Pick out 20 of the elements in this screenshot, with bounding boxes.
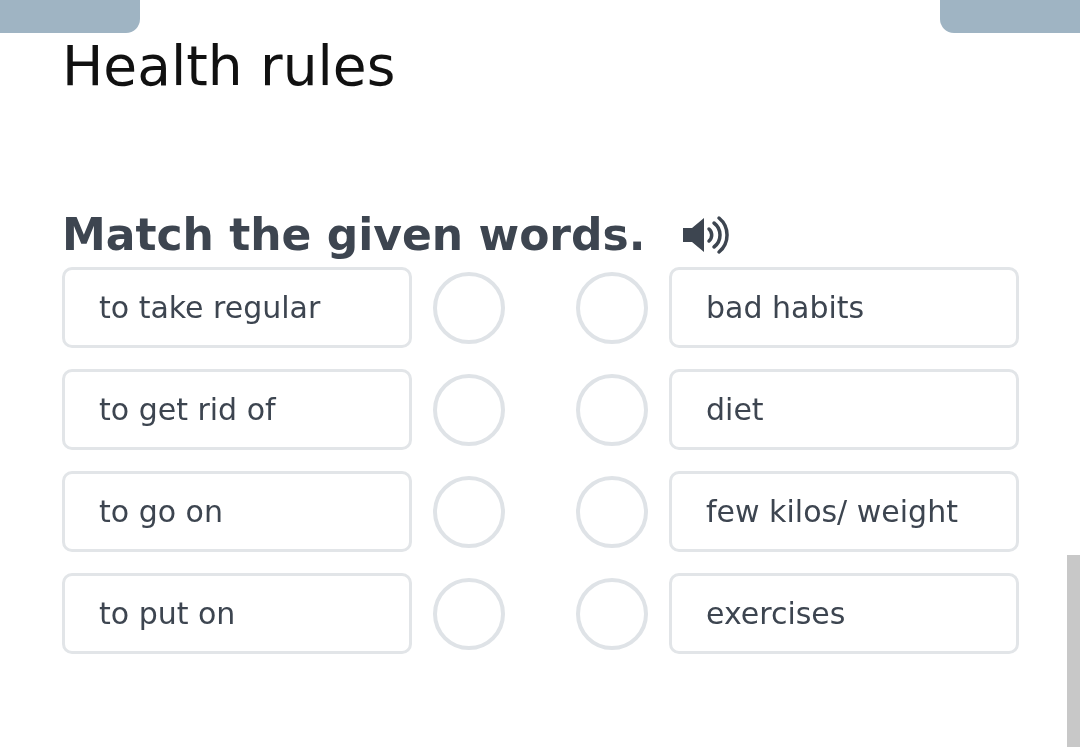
word-card[interactable]: to get rid of xyxy=(62,369,412,450)
word-card[interactable]: to go on xyxy=(62,471,412,552)
word-card[interactable]: exercises xyxy=(669,573,1019,654)
scrollbar[interactable] xyxy=(1067,555,1080,747)
page-title: Health rules xyxy=(62,33,396,99)
word-card[interactable]: to take regular xyxy=(62,267,412,348)
match-circle[interactable] xyxy=(433,271,505,344)
speaker-icon[interactable] xyxy=(681,215,730,255)
match-circle[interactable] xyxy=(576,577,648,650)
word-card[interactable]: few kilos/ weight xyxy=(669,471,1019,552)
match-circle[interactable] xyxy=(576,373,648,446)
match-circle[interactable] xyxy=(433,475,505,548)
match-circle[interactable] xyxy=(576,475,648,548)
instruction-text: Match the given words. xyxy=(62,208,646,262)
word-card[interactable]: diet xyxy=(669,369,1019,450)
word-card[interactable]: to put on xyxy=(62,573,412,654)
match-circle[interactable] xyxy=(433,373,505,446)
word-card[interactable]: bad habits xyxy=(669,267,1019,348)
match-circle[interactable] xyxy=(433,577,505,650)
match-circle[interactable] xyxy=(576,271,648,344)
